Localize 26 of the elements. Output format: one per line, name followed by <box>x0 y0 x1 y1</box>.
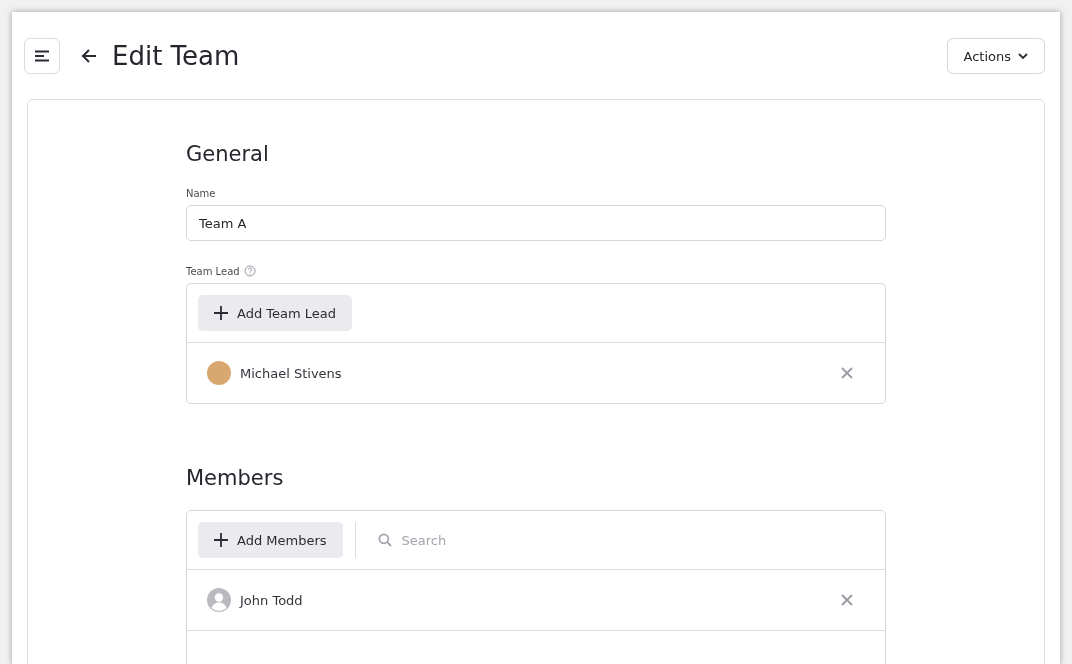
add-members-button[interactable]: Add Members <box>198 522 343 558</box>
field-label: Name <box>186 188 217 199</box>
person-name: John Todd <box>240 592 303 608</box>
add-team-lead-button[interactable]: Add Team Lead <box>198 295 353 331</box>
back-button[interactable] <box>80 48 98 64</box>
section-heading: Members <box>186 466 285 490</box>
person-name: Michael Stivens <box>240 365 342 381</box>
menu-button[interactable] <box>24 38 60 74</box>
field-label: Team Lead <box>186 265 240 277</box>
plus-icon <box>214 306 228 320</box>
back-arrow-icon <box>80 48 98 64</box>
search-icon <box>377 533 392 547</box>
menu-icon <box>34 50 50 62</box>
actions-button[interactable]: Actions <box>946 38 1045 74</box>
close-icon <box>841 594 853 606</box>
plus-icon <box>214 533 228 547</box>
name-field[interactable]: Team A <box>186 205 886 241</box>
page-title: Edit Team <box>112 41 240 71</box>
remove-button[interactable] <box>841 594 853 606</box>
help-icon[interactable] <box>243 265 256 277</box>
default-avatar-icon <box>207 588 231 612</box>
remove-button[interactable] <box>841 367 853 379</box>
chevron-down-icon <box>1018 52 1028 60</box>
section-heading: General <box>186 142 270 166</box>
avatar-placeholder <box>207 361 231 385</box>
close-icon <box>841 367 853 379</box>
